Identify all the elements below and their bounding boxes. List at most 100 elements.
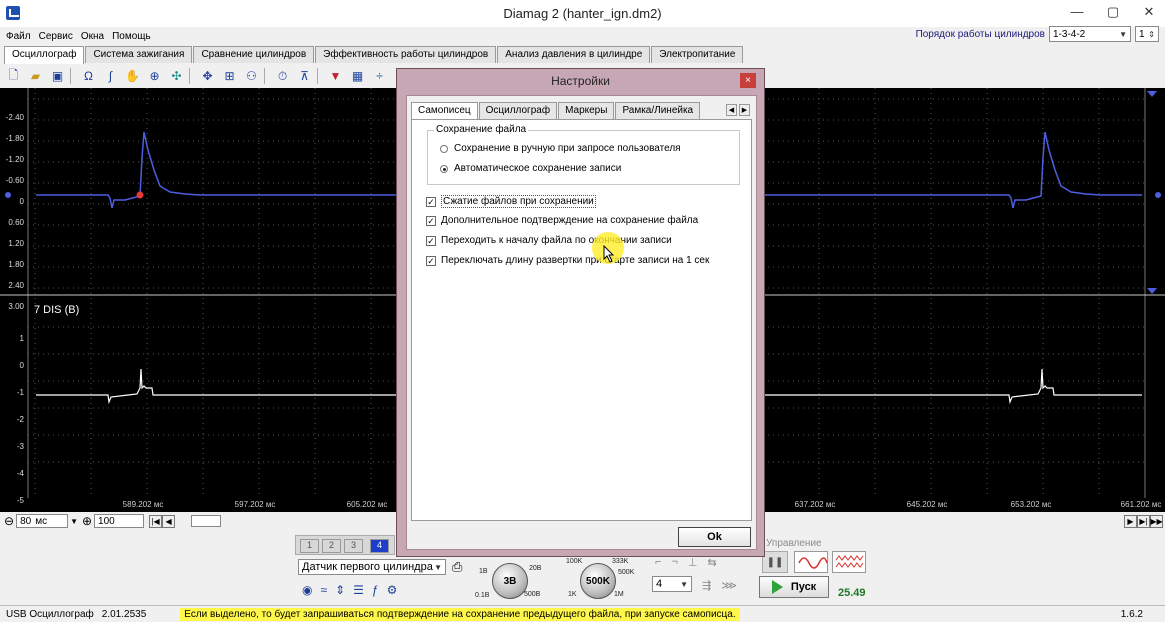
- channel1-offset-marker[interactable]: [5, 192, 11, 198]
- window-title: Diamag 2 (hanter_ign.dm2): [503, 6, 662, 21]
- check-confirm-save[interactable]: ✓ Дополнительное подтверждение на сохран…: [426, 215, 698, 226]
- chevron-down-icon: ▼: [1119, 29, 1127, 39]
- marker-icon[interactable]: ▼: [326, 67, 345, 85]
- channel1-offset-marker-right[interactable]: [1155, 192, 1161, 198]
- maximize-button[interactable]: ▢: [1105, 4, 1121, 20]
- trigger-level-icon[interactable]: ⊥: [688, 556, 698, 569]
- table-icon[interactable]: ▦: [348, 67, 367, 85]
- menu-help[interactable]: Помощь: [112, 31, 151, 42]
- rising-edge-icon[interactable]: ⌐: [655, 556, 661, 569]
- math-icon[interactable]: ⊞: [220, 67, 239, 85]
- single-mode-button[interactable]: [794, 551, 828, 573]
- pause-button[interactable]: ❚❚: [762, 551, 788, 573]
- voltage-knob[interactable]: 3В: [492, 563, 528, 599]
- channel1-tick-label: -1.80: [6, 134, 25, 143]
- menu-file[interactable]: Файл: [6, 31, 31, 42]
- new-file-icon[interactable]: 🗋: [4, 67, 23, 85]
- tab-cylinder-compare[interactable]: Сравнение цилиндров: [193, 46, 315, 63]
- zoom-percent-select[interactable]: 100: [94, 514, 145, 528]
- channel-button-1[interactable]: 1: [300, 539, 319, 553]
- start-button[interactable]: Пуск: [759, 576, 829, 598]
- merge-arrows-icon[interactable]: ⋙: [721, 579, 737, 592]
- scroll-top-marker[interactable]: [1147, 91, 1157, 97]
- time-scale-select[interactable]: 80 мс: [16, 514, 69, 528]
- tab-markers[interactable]: Маркеры: [558, 102, 615, 119]
- vertical-move-icon[interactable]: ⇕: [335, 583, 345, 597]
- sync-select[interactable]: 4 ▼: [652, 576, 692, 592]
- cylinder-count-stepper[interactable]: 1 ⇕: [1135, 26, 1159, 42]
- cylinder-order-select[interactable]: 1-3-4-2 ▼: [1049, 26, 1131, 42]
- radio-manual-save[interactable]: Сохранение в ручную при запросе пользова…: [440, 143, 681, 154]
- tab-frame-ruler[interactable]: Рамка/Линейка: [615, 102, 701, 119]
- printer-icon[interactable]: ⎙: [452, 559, 462, 575]
- time-tick-label: 645.202 мс: [907, 500, 948, 509]
- tab-scroll-right-icon[interactable]: ▶: [739, 104, 750, 116]
- sensor-select[interactable]: Датчик первого цилиндра ▼: [298, 559, 446, 575]
- rate-tick-1k: 1K: [568, 591, 577, 598]
- falling-edge-icon[interactable]: ¬: [671, 556, 677, 569]
- check-go-start[interactable]: ✓ Переходить к началу файла по окончании…: [426, 235, 672, 246]
- channel-button-3[interactable]: 3: [344, 539, 363, 553]
- wave-filter-icon[interactable]: ≈: [320, 583, 327, 597]
- continuous-mode-button[interactable]: [832, 551, 866, 573]
- check-compress-box: ✓: [426, 196, 436, 207]
- menu-windows[interactable]: Окна: [81, 31, 104, 42]
- go-end-button[interactable]: ▶|: [1137, 514, 1150, 528]
- lines-icon[interactable]: ☰: [353, 583, 364, 597]
- hand-icon[interactable]: ✋: [123, 67, 142, 85]
- split-icon[interactable]: ÷: [370, 67, 389, 85]
- toolbar-divider: [70, 68, 76, 84]
- save-icon[interactable]: ▣: [48, 67, 67, 85]
- main-tabs: Осциллограф Система зажигания Сравнение …: [4, 46, 744, 64]
- tab-pressure[interactable]: Анализ давления в цилиндре: [497, 46, 651, 63]
- tab-oscilloscope[interactable]: Осциллограф: [4, 46, 85, 64]
- go-last-button[interactable]: ▶▶: [1150, 514, 1163, 528]
- go-start-button[interactable]: |◀: [149, 514, 163, 528]
- chevron-down-icon[interactable]: ▼: [70, 517, 78, 526]
- menu-service[interactable]: Сервис: [39, 31, 73, 42]
- rate-tick-333k: 333K: [612, 558, 629, 565]
- dialog-tab-scroll: ◀ ▶: [726, 104, 750, 116]
- trigger-arrow-icon[interactable]: ⇆: [707, 556, 716, 569]
- channel-button-2[interactable]: 2: [322, 539, 341, 553]
- headphones-icon[interactable]: Ω: [79, 67, 98, 85]
- zoom-in-icon[interactable]: ⊕: [82, 514, 92, 528]
- tab-ignition[interactable]: Система зажигания: [85, 46, 193, 63]
- zoom-out-icon[interactable]: ⊖: [4, 514, 14, 528]
- tab-cylinder-efficiency[interactable]: Эффективность работы цилиндров: [315, 46, 497, 63]
- horizontal-scroll-thumb[interactable]: [191, 515, 222, 527]
- zoom-icon[interactable]: ⊕: [145, 67, 164, 85]
- scroll-down-marker[interactable]: [1147, 288, 1157, 294]
- tab-scope-settings[interactable]: Осциллограф: [478, 102, 558, 119]
- recorder-panel: Сохранение файла Сохранение в ручную при…: [411, 119, 752, 521]
- check-compress-label: Сжатие файлов при сохранении: [441, 195, 596, 208]
- tab-recorder[interactable]: Самописец: [411, 102, 478, 120]
- step-forward-button[interactable]: ▶: [1124, 514, 1137, 528]
- check-sweep-length[interactable]: ✓ Переключать длину развертки при старте…: [426, 255, 709, 266]
- minimize-button[interactable]: —: [1069, 4, 1085, 20]
- samplerate-knob[interactable]: 500K: [580, 563, 616, 599]
- ok-button[interactable]: Ok: [678, 527, 751, 547]
- sound-icon[interactable]: ⏱: [273, 67, 292, 85]
- sync-icon[interactable]: ∫: [101, 67, 120, 85]
- tab-scroll-left-icon[interactable]: ◀: [726, 104, 737, 116]
- settings-icon[interactable]: ⚙: [387, 583, 398, 597]
- filter-icon[interactable]: ⚇: [242, 67, 261, 85]
- check-compress[interactable]: ✓ Сжатие файлов при сохранении: [426, 195, 596, 208]
- radio-auto-save-indicator: [440, 164, 448, 173]
- step-back-button[interactable]: ◀: [162, 514, 176, 528]
- split-arrows-icon[interactable]: ⇶: [702, 579, 711, 592]
- cursor-icon[interactable]: ✣: [167, 67, 186, 85]
- trigger-marker[interactable]: [136, 191, 144, 199]
- channel-button-4[interactable]: 4: [370, 539, 389, 553]
- time-icon[interactable]: ⊼: [295, 67, 314, 85]
- function-icon[interactable]: ƒ: [372, 583, 379, 597]
- tab-power[interactable]: Электропитание: [651, 46, 744, 63]
- radio-auto-save[interactable]: Автоматическое сохранение записи: [440, 163, 621, 174]
- grid-icon[interactable]: ✥: [198, 67, 217, 85]
- channel-tools: ◉ ≈ ⇕ ☰ ƒ ⚙: [302, 583, 397, 597]
- close-button[interactable]: ✕: [1141, 4, 1157, 20]
- dialog-close-button[interactable]: ×: [740, 73, 756, 88]
- open-folder-icon[interactable]: ▰: [26, 67, 45, 85]
- eye-icon[interactable]: ◉: [302, 583, 312, 597]
